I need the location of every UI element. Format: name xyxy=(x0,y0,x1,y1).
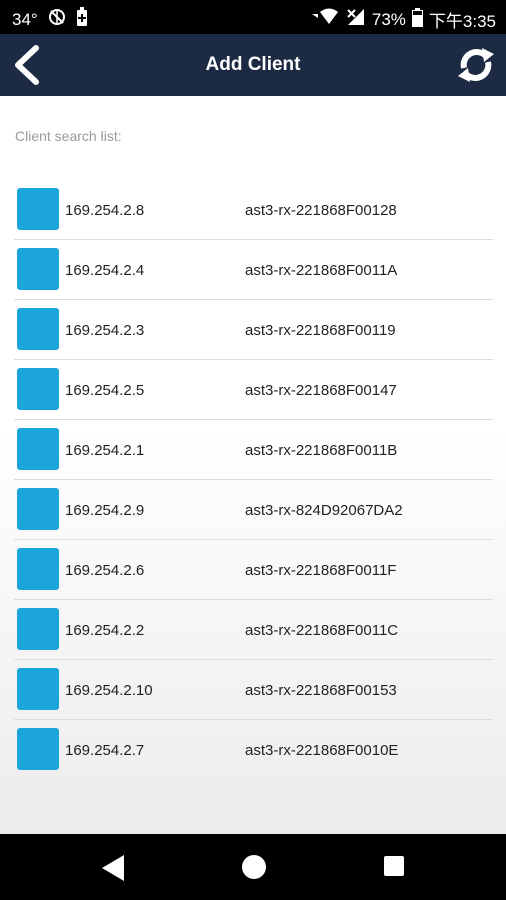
client-search-label: Client search list: xyxy=(15,128,122,144)
nav-back-button[interactable] xyxy=(100,854,126,887)
client-thumbnail xyxy=(17,548,59,590)
client-ip: 169.254.2.2 xyxy=(65,622,145,639)
client-thumbnail xyxy=(17,248,59,290)
client-hostname: ast3-rx-221868F00119 xyxy=(245,322,396,339)
client-thumbnail xyxy=(17,368,59,410)
content-area: Client search list: 169.254.2.8 ast3-rx-… xyxy=(0,96,506,834)
client-ip: 169.254.2.7 xyxy=(65,742,145,759)
refresh-icon xyxy=(458,48,494,82)
client-thumbnail xyxy=(17,188,59,230)
status-bar: 34° 73% 下午3:35 xyxy=(0,0,506,34)
client-hostname: ast3-rx-221868F00153 xyxy=(245,682,397,699)
clock: 下午3:35 xyxy=(428,12,496,31)
client-hostname: ast3-rx-221868F0011F xyxy=(245,562,397,579)
battery-plus-icon xyxy=(76,7,88,32)
client-hostname: ast3-rx-221868F0011B xyxy=(245,442,398,459)
client-ip: 169.254.2.8 xyxy=(65,202,145,219)
client-row[interactable]: 169.254.2.8 ast3-rx-221868F00128 xyxy=(14,180,493,240)
battery-percent: 73% xyxy=(371,9,406,29)
client-row[interactable]: 169.254.2.7 ast3-rx-221868F0010E xyxy=(14,720,493,780)
client-ip: 169.254.2.5 xyxy=(65,382,145,399)
client-thumbnail xyxy=(17,608,59,650)
client-thumbnail xyxy=(17,428,59,470)
no-location-icon xyxy=(48,8,66,31)
client-ip: 169.254.2.4 xyxy=(65,262,145,279)
client-hostname: ast3-rx-221868F0010E xyxy=(245,742,399,759)
client-hostname: ast3-rx-221868F00147 xyxy=(245,382,397,399)
client-row[interactable]: 169.254.2.5 ast3-rx-221868F00147 xyxy=(14,360,493,420)
client-ip: 169.254.2.1 xyxy=(65,442,145,459)
client-row[interactable]: 169.254.2.9 ast3-rx-824D92067DA2 xyxy=(14,480,493,540)
refresh-button[interactable] xyxy=(456,44,496,86)
client-row[interactable]: 169.254.2.10 ast3-rx-221868F00153 xyxy=(14,660,493,720)
client-row[interactable]: 169.254.2.4 ast3-rx-221868F0011A xyxy=(14,240,493,300)
app-bar: Add Client xyxy=(0,34,506,96)
client-thumbnail xyxy=(17,488,59,530)
battery-icon xyxy=(411,7,423,32)
page-title: Add Client xyxy=(205,54,301,75)
client-hostname: ast3-rx-221868F0011C xyxy=(245,622,399,639)
home-circle-icon[interactable] xyxy=(242,855,266,879)
client-row[interactable]: 169.254.2.1 ast3-rx-221868F0011B xyxy=(14,420,493,480)
client-row[interactable]: 169.254.2.2 ast3-rx-221868F0011C xyxy=(14,600,493,660)
temperature: 34° xyxy=(12,9,38,29)
client-ip: 169.254.2.10 xyxy=(65,682,153,699)
client-row[interactable]: 169.254.2.6 ast3-rx-221868F0011F xyxy=(14,540,493,600)
client-thumbnail xyxy=(17,728,59,770)
client-ip: 169.254.2.6 xyxy=(65,562,145,579)
recents-square-icon[interactable] xyxy=(384,856,404,876)
signal-icon xyxy=(346,8,366,31)
client-row[interactable]: 169.254.2.3 ast3-rx-221868F00119 xyxy=(14,300,493,360)
client-hostname: ast3-rx-824D92067DA2 xyxy=(245,502,403,519)
client-thumbnail xyxy=(17,308,59,350)
client-list: 169.254.2.8 ast3-rx-221868F00128 169.254… xyxy=(14,180,493,780)
back-triangle-icon xyxy=(102,855,124,881)
client-ip: 169.254.2.9 xyxy=(65,502,145,519)
client-ip: 169.254.2.3 xyxy=(65,322,145,339)
wifi-icon xyxy=(310,8,340,31)
client-hostname: ast3-rx-221868F00128 xyxy=(245,202,397,219)
client-thumbnail xyxy=(17,668,59,710)
system-nav-bar xyxy=(0,834,506,900)
client-hostname: ast3-rx-221868F0011A xyxy=(245,262,398,279)
